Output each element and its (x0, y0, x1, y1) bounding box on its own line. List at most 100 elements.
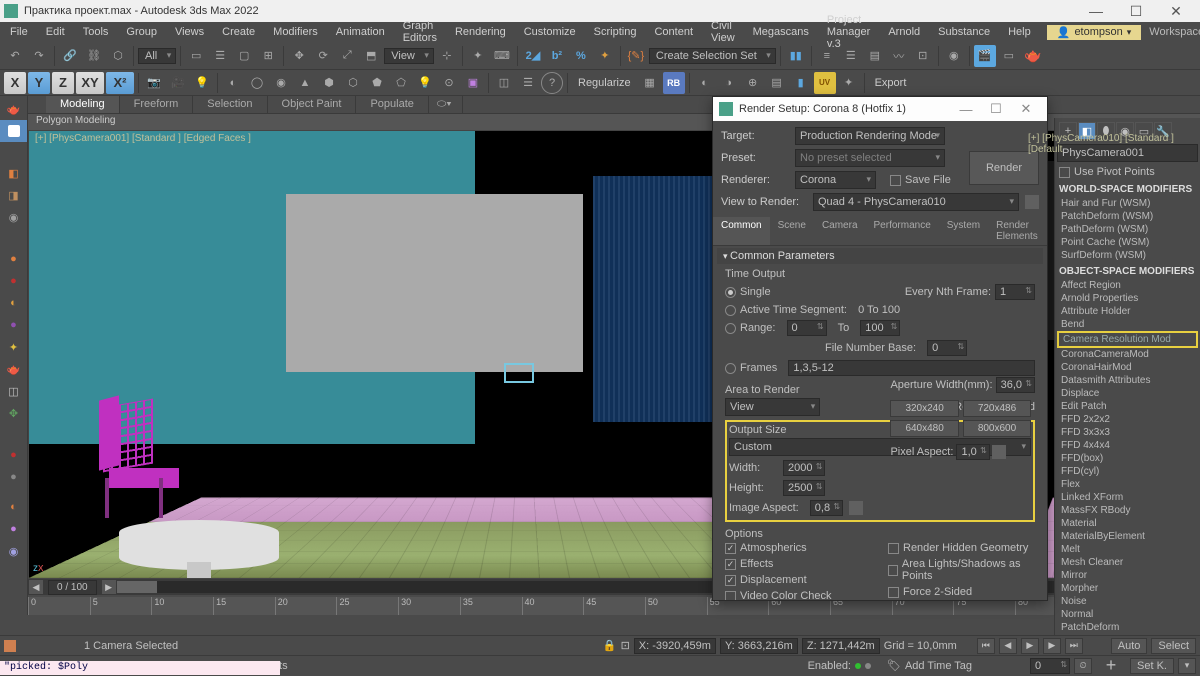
t7-icon[interactable]: ⬟ (366, 72, 388, 94)
keyboard-button[interactable]: ⌨ (491, 45, 513, 67)
view-lock-icon[interactable] (1025, 195, 1039, 209)
modifier-item[interactable]: CoronaCameraMod (1057, 348, 1198, 361)
modifier-item[interactable]: SurfDeform (WSM) (1057, 249, 1198, 262)
modifier-item[interactable]: Hair and Fur (WSM) (1057, 197, 1198, 210)
modifier-item[interactable]: Melt (1057, 543, 1198, 556)
width-spinner[interactable]: 2000 (783, 460, 825, 476)
camera-icon[interactable]: 📷 (143, 72, 165, 94)
paspect-spinner[interactable]: 1,0 (956, 444, 989, 460)
menu-group[interactable]: Group (118, 24, 165, 40)
modifier-item[interactable]: Attribute Holder (1057, 305, 1198, 318)
edit-selset-button[interactable]: {✎} (625, 45, 647, 67)
toggle-ribbon-button[interactable]: ▤ (864, 45, 886, 67)
use-pivot-checkbox[interactable] (1059, 167, 1070, 178)
menu-substance[interactable]: Substance (930, 24, 998, 40)
menu-animation[interactable]: Animation (328, 24, 393, 40)
select-button[interactable]: ▭ (185, 45, 207, 67)
rotate-button[interactable]: ⟳ (312, 45, 334, 67)
lt-ball-icon[interactable]: ● (0, 248, 27, 270)
tab-modeling[interactable]: Modeling (46, 96, 120, 113)
bulb-icon[interactable]: 💡 (414, 72, 436, 94)
frame-spinner[interactable]: 0 (1030, 658, 1070, 674)
goto-start-button[interactable]: ⏮ (977, 638, 995, 654)
dlgtab-system[interactable]: System (939, 217, 988, 245)
axis-y-button[interactable]: Y (28, 72, 50, 94)
pivot-button[interactable]: ⊹ (436, 45, 458, 67)
renderer-dropdown[interactable]: Corona (795, 171, 876, 189)
autokey-button[interactable]: Auto (1111, 638, 1148, 654)
menu-edit[interactable]: Edit (38, 24, 73, 40)
menu-create[interactable]: Create (214, 24, 263, 40)
dialog-close-button[interactable]: ✕ (1011, 101, 1041, 117)
menu-customize[interactable]: Customize (516, 24, 584, 40)
link-button[interactable]: 🔗 (59, 45, 81, 67)
modifier-item[interactable]: FFD(cyl) (1057, 465, 1198, 478)
2sided-checkbox[interactable] (888, 587, 899, 598)
modifier-item[interactable]: Normal (1057, 608, 1198, 621)
height-spinner[interactable]: 2500 (783, 480, 825, 496)
modifier-item[interactable]: PatchDeform (1057, 621, 1198, 634)
filebase-spinner[interactable]: 0 (927, 340, 967, 356)
selection-filter[interactable]: All (138, 48, 176, 64)
keyfilter2-button[interactable]: ▾ (1178, 658, 1196, 674)
isolate-icon[interactable]: ⊡ (621, 639, 630, 652)
s4-icon[interactable]: ▤ (766, 72, 788, 94)
modifier-item[interactable]: Linked XForm (1057, 491, 1198, 504)
mirror-button[interactable]: ▮▮ (785, 45, 807, 67)
menu-civilview[interactable]: Civil View (703, 18, 743, 46)
layer-button[interactable]: ☰ (840, 45, 862, 67)
render-button[interactable]: Render (969, 151, 1039, 185)
t1-icon[interactable]: ◐ (222, 72, 244, 94)
aperture-spinner[interactable]: 36,0 (996, 377, 1035, 393)
bind-button[interactable]: ⬡ (107, 45, 129, 67)
modifier-item[interactable]: MassFX RBody (1057, 504, 1198, 517)
rb-button[interactable]: RB (663, 72, 685, 94)
modifier-item[interactable]: PathDeform (WSM) (1057, 223, 1198, 236)
t3-icon[interactable]: ◉ (270, 72, 292, 94)
ref-coord-dropdown[interactable]: View (384, 48, 434, 64)
modifier-item[interactable]: MaterialByElement (1057, 530, 1198, 543)
anim-key-icon[interactable] (4, 640, 16, 652)
tab-toggle[interactable]: ⬭▾ (429, 96, 463, 113)
aspect-spinner[interactable]: 0,8 (810, 500, 843, 516)
coord-y[interactable]: Y: 3663,216m (720, 638, 798, 654)
goto-end-button[interactable]: ⏭ (1065, 638, 1083, 654)
preset-dropdown[interactable]: No preset selected (795, 149, 945, 167)
minimize-button[interactable]: — (1076, 3, 1116, 19)
modifier-item[interactable]: Flex (1057, 478, 1198, 491)
menu-megascans[interactable]: Megascans (745, 24, 817, 40)
menu-rendering[interactable]: Rendering (447, 24, 514, 40)
modifier-item[interactable]: Bend (1057, 318, 1198, 331)
axis-x2-button[interactable]: X² (106, 72, 134, 94)
frames-radio[interactable] (725, 363, 736, 374)
t6-icon[interactable]: ⬡ (342, 72, 364, 94)
aspect-lock-icon[interactable] (849, 501, 863, 515)
spinner-snap-button[interactable]: ✦ (594, 45, 616, 67)
lt-6-icon[interactable]: ● (0, 518, 27, 540)
coord-x[interactable]: X: -3920,459m (634, 638, 716, 654)
dialog-titlebar[interactable]: Render Setup: Corona 8 (Hotfix 1) — ☐ ✕ (713, 97, 1047, 121)
lt-active-icon[interactable] (0, 120, 27, 142)
time-config-button[interactable]: ⏲ (1074, 658, 1092, 674)
prev-frame-button[interactable]: ◀ (999, 638, 1017, 654)
modifier-item[interactable]: Camera Resolution Mod (1057, 331, 1198, 348)
coord-z[interactable]: Z: 1271,442m (802, 638, 880, 654)
modifier-item[interactable]: Affect Region (1057, 279, 1198, 292)
viewrender-dropdown[interactable]: Quad 4 - PhysCamera010 (813, 193, 1019, 211)
tab-populate[interactable]: Populate (356, 96, 428, 113)
range-to-spinner[interactable]: 100 (860, 320, 900, 336)
preset-800x600[interactable]: 800x600 (963, 420, 1031, 437)
modifier-item[interactable]: Point Cache (WSM) (1057, 236, 1198, 249)
s1-icon[interactable]: ◐ (694, 72, 716, 94)
timetag-icon[interactable]: 🏷 (887, 659, 901, 672)
lt-3-icon[interactable]: ◉ (0, 206, 27, 228)
s2-icon[interactable]: ◑ (718, 72, 740, 94)
reg-icon[interactable]: ▦ (639, 72, 661, 94)
displace-checkbox[interactable] (725, 575, 736, 586)
single-radio[interactable] (725, 287, 736, 298)
tab-objectpaint[interactable]: Object Paint (268, 96, 357, 113)
lt-cube-icon[interactable]: ◫ (0, 380, 27, 402)
area-checkbox[interactable] (888, 565, 898, 576)
menu-content[interactable]: Content (646, 24, 701, 40)
vp-right-label[interactable]: [+] [PhysCamera010] [Standard ] [Default (1028, 133, 1199, 155)
